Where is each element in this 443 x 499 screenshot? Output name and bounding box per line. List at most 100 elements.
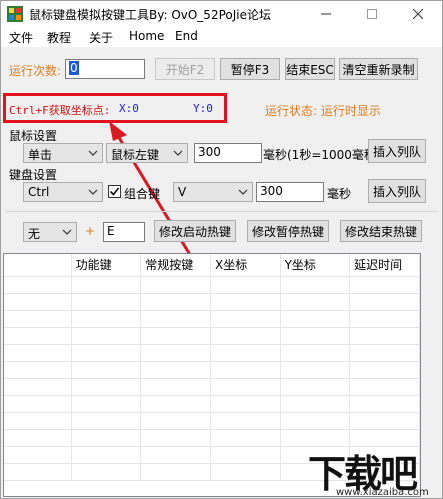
table-cell[interactable] bbox=[140, 327, 212, 345]
table-cell[interactable] bbox=[4, 361, 72, 379]
table-row[interactable] bbox=[4, 327, 420, 345]
table-cell[interactable] bbox=[210, 412, 281, 430]
table-cell[interactable] bbox=[71, 395, 142, 413]
table-cell[interactable] bbox=[349, 412, 420, 430]
table-cell[interactable] bbox=[280, 293, 351, 311]
column-header[interactable]: X坐标 bbox=[210, 254, 281, 277]
table-cell[interactable] bbox=[140, 344, 212, 362]
table-cell[interactable] bbox=[71, 463, 142, 481]
table-cell[interactable] bbox=[4, 344, 72, 362]
pause-button[interactable]: 暂停F3 bbox=[220, 58, 280, 80]
table-cell[interactable] bbox=[280, 378, 351, 396]
run-count-input[interactable]: 0 bbox=[65, 59, 145, 79]
table-cell[interactable] bbox=[349, 276, 420, 294]
table-row[interactable] bbox=[4, 276, 420, 294]
table-cell[interactable] bbox=[71, 344, 142, 362]
combo-key-checkbox[interactable] bbox=[108, 185, 121, 198]
mouse-action-select[interactable]: 单击 bbox=[23, 143, 103, 163]
table-row[interactable] bbox=[4, 378, 420, 396]
table-cell[interactable] bbox=[140, 395, 212, 413]
table-cell[interactable] bbox=[4, 293, 72, 311]
table-cell[interactable] bbox=[210, 463, 281, 481]
table-cell[interactable] bbox=[349, 378, 420, 396]
table-cell[interactable] bbox=[140, 310, 212, 328]
table-cell[interactable] bbox=[140, 429, 212, 447]
mouse-button-select[interactable]: 鼠标左键 bbox=[106, 143, 188, 163]
clear-rerecord-button[interactable]: 清空重新录制 bbox=[339, 58, 418, 80]
table-cell[interactable] bbox=[210, 327, 281, 345]
table-cell[interactable] bbox=[71, 412, 142, 430]
table-cell[interactable] bbox=[4, 327, 72, 345]
table-cell[interactable] bbox=[349, 310, 420, 328]
table-cell[interactable] bbox=[210, 395, 281, 413]
table-cell[interactable] bbox=[349, 293, 420, 311]
column-header[interactable]: Y坐标 bbox=[280, 254, 351, 277]
table-cell[interactable] bbox=[71, 429, 142, 447]
table-row[interactable] bbox=[4, 293, 420, 311]
title-bar[interactable]: 鼠标键盘模拟按键工具By: OvO_52PoJie论坛 bbox=[1, 1, 442, 27]
table-cell[interactable] bbox=[280, 412, 351, 430]
table-cell[interactable] bbox=[140, 378, 212, 396]
keyboard-insert-queue-button[interactable]: 插入列队 bbox=[368, 179, 426, 203]
table-row[interactable] bbox=[4, 395, 420, 413]
close-button[interactable] bbox=[395, 1, 441, 27]
table-cell[interactable] bbox=[140, 276, 212, 294]
table-cell[interactable] bbox=[349, 344, 420, 362]
menu-end[interactable]: End bbox=[175, 29, 198, 43]
table-cell[interactable] bbox=[4, 446, 72, 464]
start-button[interactable]: 开始F2 bbox=[155, 58, 215, 80]
table-cell[interactable] bbox=[280, 327, 351, 345]
menu-about[interactable]: 关于 bbox=[89, 29, 113, 46]
table-cell[interactable] bbox=[4, 463, 72, 481]
table-cell[interactable] bbox=[280, 344, 351, 362]
keyboard-delay-input[interactable]: 300 bbox=[256, 182, 324, 202]
table-cell[interactable] bbox=[210, 310, 281, 328]
table-cell[interactable] bbox=[210, 344, 281, 362]
menu-home[interactable]: Home bbox=[129, 29, 164, 43]
column-header[interactable]: 功能键 bbox=[71, 254, 142, 277]
table-cell[interactable] bbox=[71, 310, 142, 328]
table-cell[interactable] bbox=[210, 361, 281, 379]
menu-tutorial[interactable]: 教程 bbox=[47, 29, 71, 46]
table-cell[interactable] bbox=[210, 293, 281, 311]
table-row[interactable] bbox=[4, 361, 420, 379]
column-header[interactable]: 常规按键 bbox=[140, 254, 212, 277]
table-row[interactable] bbox=[4, 344, 420, 362]
table-cell[interactable] bbox=[71, 293, 142, 311]
minimize-button[interactable] bbox=[303, 1, 349, 27]
table-cell[interactable] bbox=[349, 395, 420, 413]
table-cell[interactable] bbox=[280, 276, 351, 294]
table-cell[interactable] bbox=[4, 378, 72, 396]
menu-file[interactable]: 文件 bbox=[9, 29, 33, 46]
table-cell[interactable] bbox=[210, 378, 281, 396]
maximize-button[interactable] bbox=[349, 1, 395, 27]
keyboard-key-select[interactable]: V bbox=[173, 182, 253, 202]
table-cell[interactable] bbox=[349, 361, 420, 379]
table-cell[interactable] bbox=[4, 276, 72, 294]
table-row[interactable] bbox=[4, 310, 420, 328]
keyboard-modifier-select[interactable]: Ctrl bbox=[23, 182, 103, 202]
table-cell[interactable] bbox=[71, 378, 142, 396]
hotkey-key-input[interactable]: E bbox=[103, 222, 145, 242]
end-button[interactable]: 结束ESC bbox=[285, 58, 335, 80]
table-cell[interactable] bbox=[71, 327, 142, 345]
table-cell[interactable] bbox=[71, 276, 142, 294]
table-cell[interactable] bbox=[349, 327, 420, 345]
table-cell[interactable] bbox=[280, 361, 351, 379]
table-cell[interactable] bbox=[4, 429, 72, 447]
table-cell[interactable] bbox=[4, 412, 72, 430]
table-cell[interactable] bbox=[140, 446, 212, 464]
table-cell[interactable] bbox=[140, 361, 212, 379]
table-row[interactable] bbox=[4, 412, 420, 430]
table-cell[interactable] bbox=[210, 446, 281, 464]
change-pause-hotkey-button[interactable]: 修改暂停热键 bbox=[247, 220, 329, 242]
mouse-delay-input[interactable]: 300 bbox=[194, 143, 262, 163]
column-header[interactable] bbox=[4, 254, 72, 277]
table-cell[interactable] bbox=[210, 429, 281, 447]
table-cell[interactable] bbox=[140, 412, 212, 430]
table-cell[interactable] bbox=[140, 293, 212, 311]
column-header[interactable]: 延迟时间 bbox=[349, 254, 420, 277]
table-cell[interactable] bbox=[4, 395, 72, 413]
table-cell[interactable] bbox=[4, 310, 72, 328]
table-cell[interactable] bbox=[210, 276, 281, 294]
